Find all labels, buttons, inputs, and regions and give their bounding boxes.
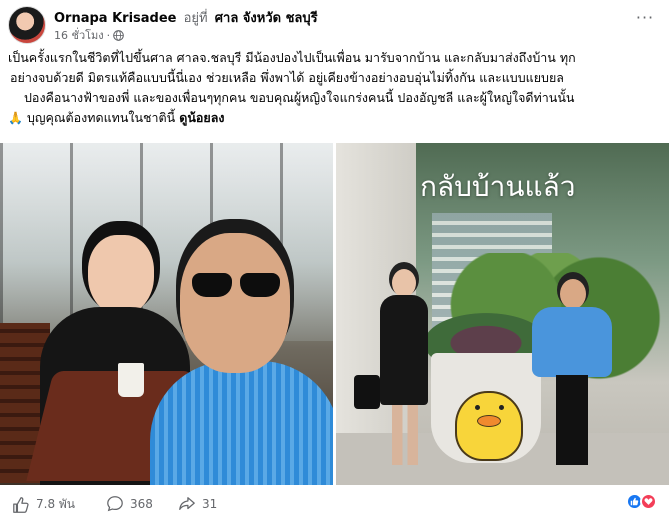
chick-sticker — [449, 383, 529, 468]
person-blue-shirt — [532, 279, 612, 469]
person-right — [150, 233, 333, 485]
comment-count-text: 368 — [130, 497, 153, 511]
like-count[interactable]: 7.8 พัน — [12, 495, 75, 514]
like-count-text: 7.8 พัน — [36, 497, 76, 511]
place-link[interactable]: ศาล จังหวัด ชลบุรี — [215, 11, 318, 26]
post-meta: 16 ชั่วโมง · — [54, 26, 124, 44]
share-icon — [179, 497, 195, 511]
more-options-button[interactable]: ··· — [633, 10, 657, 30]
post-time[interactable]: 16 ชั่วโมง — [54, 26, 104, 44]
comment-count[interactable]: 368 — [106, 495, 153, 513]
photo-grid: กลับบ้านแล้ว — [0, 143, 669, 485]
post-text-line: อย่างจบด้วยดี มิตรแท้คือแบบนี้นี่เอง ช่ว… — [10, 70, 564, 85]
photo-left[interactable] — [0, 143, 333, 485]
post-header: Ornapa Krisadee อยู่ที่ ศาล จังหวัด ชลบุ… — [8, 4, 661, 44]
see-less-link[interactable]: ดูน้อยลง — [179, 110, 224, 125]
love-reaction-icon — [640, 493, 657, 510]
share-count-text: 31 — [202, 497, 218, 511]
comment-icon — [107, 496, 123, 512]
globe-icon — [113, 29, 124, 41]
share-count[interactable]: 31 — [178, 495, 217, 513]
post-text-line: บุญคุณต้องทดแทนในชาตินี้ — [26, 110, 176, 125]
post-text-line: เป็นครั้งแรกในชีวิตที่ไปขึ้นศาล ศาลจ.ชลบ… — [8, 50, 576, 65]
post-footer: 7.8 พัน 368 31 — [0, 487, 669, 516]
coffee-cup — [118, 363, 144, 397]
photo-caption: กลับบ้านแล้ว — [420, 170, 576, 203]
avatar[interactable] — [8, 6, 46, 44]
handbag — [354, 375, 380, 409]
sunglasses — [192, 273, 282, 299]
author-line: Ornapa Krisadee อยู่ที่ ศาล จังหวัด ชลบุ… — [54, 7, 318, 28]
post-text-line: ปองคือนางฟ้าของพี่ และของเพื่อนๆทุกคน ขอ… — [24, 90, 575, 105]
photo-right[interactable]: กลับบ้านแล้ว — [336, 143, 669, 485]
pray-emoji: 🙏 — [8, 111, 23, 125]
at-label: อยู่ที่ — [183, 11, 208, 26]
post-text: เป็นครั้งแรกในชีวิตที่ไปขึ้นศาล ศาลจ.ชลบ… — [8, 48, 661, 128]
thumbs-up-icon — [13, 496, 29, 513]
author-name[interactable]: Ornapa Krisadee — [54, 11, 176, 26]
reaction-icons[interactable] — [626, 493, 657, 510]
person-black-dress — [374, 269, 434, 469]
post-text-line-last: 🙏 บุญคุณต้องทดแทนในชาตินี้ ดูน้อยลง — [8, 108, 661, 128]
